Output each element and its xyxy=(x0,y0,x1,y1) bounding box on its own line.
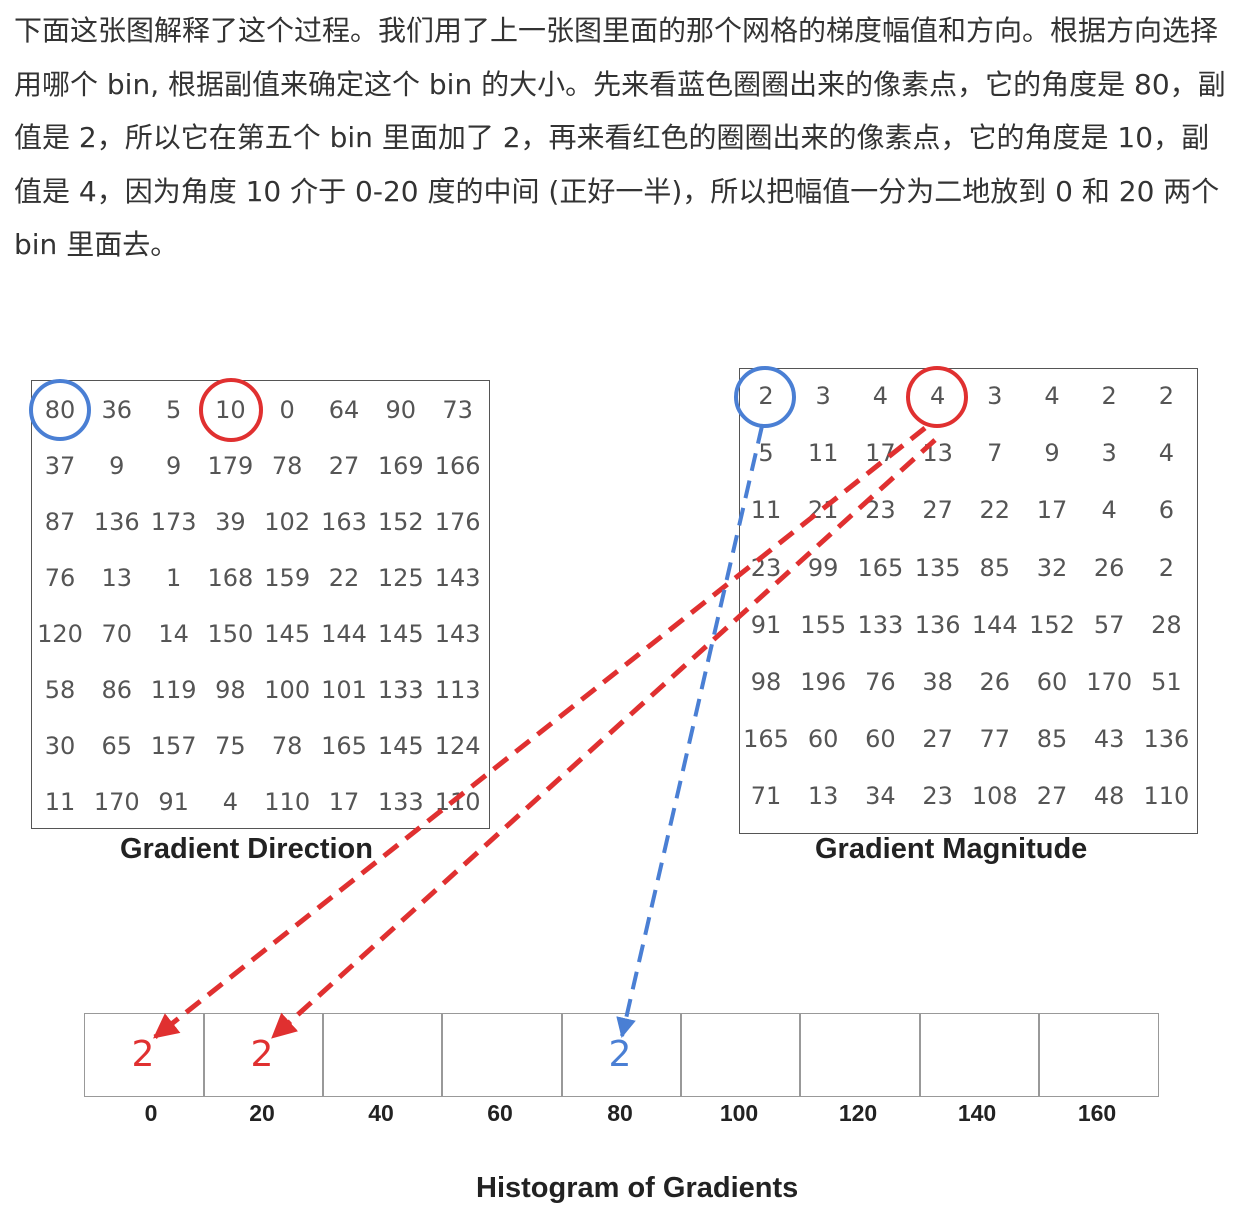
blue-arrow-to-bin-80 xyxy=(616,425,764,1038)
red-highlight-circle-magnitude xyxy=(906,366,968,428)
blue-highlight-circle-magnitude xyxy=(734,366,796,428)
red-arrow-to-bin-20 xyxy=(271,438,937,1039)
blue-highlight-circle-direction xyxy=(29,379,91,441)
red-arrow-to-bin-0 xyxy=(153,426,927,1039)
arrows-overlay xyxy=(29,366,968,1039)
red-highlight-circle-direction xyxy=(199,378,263,442)
